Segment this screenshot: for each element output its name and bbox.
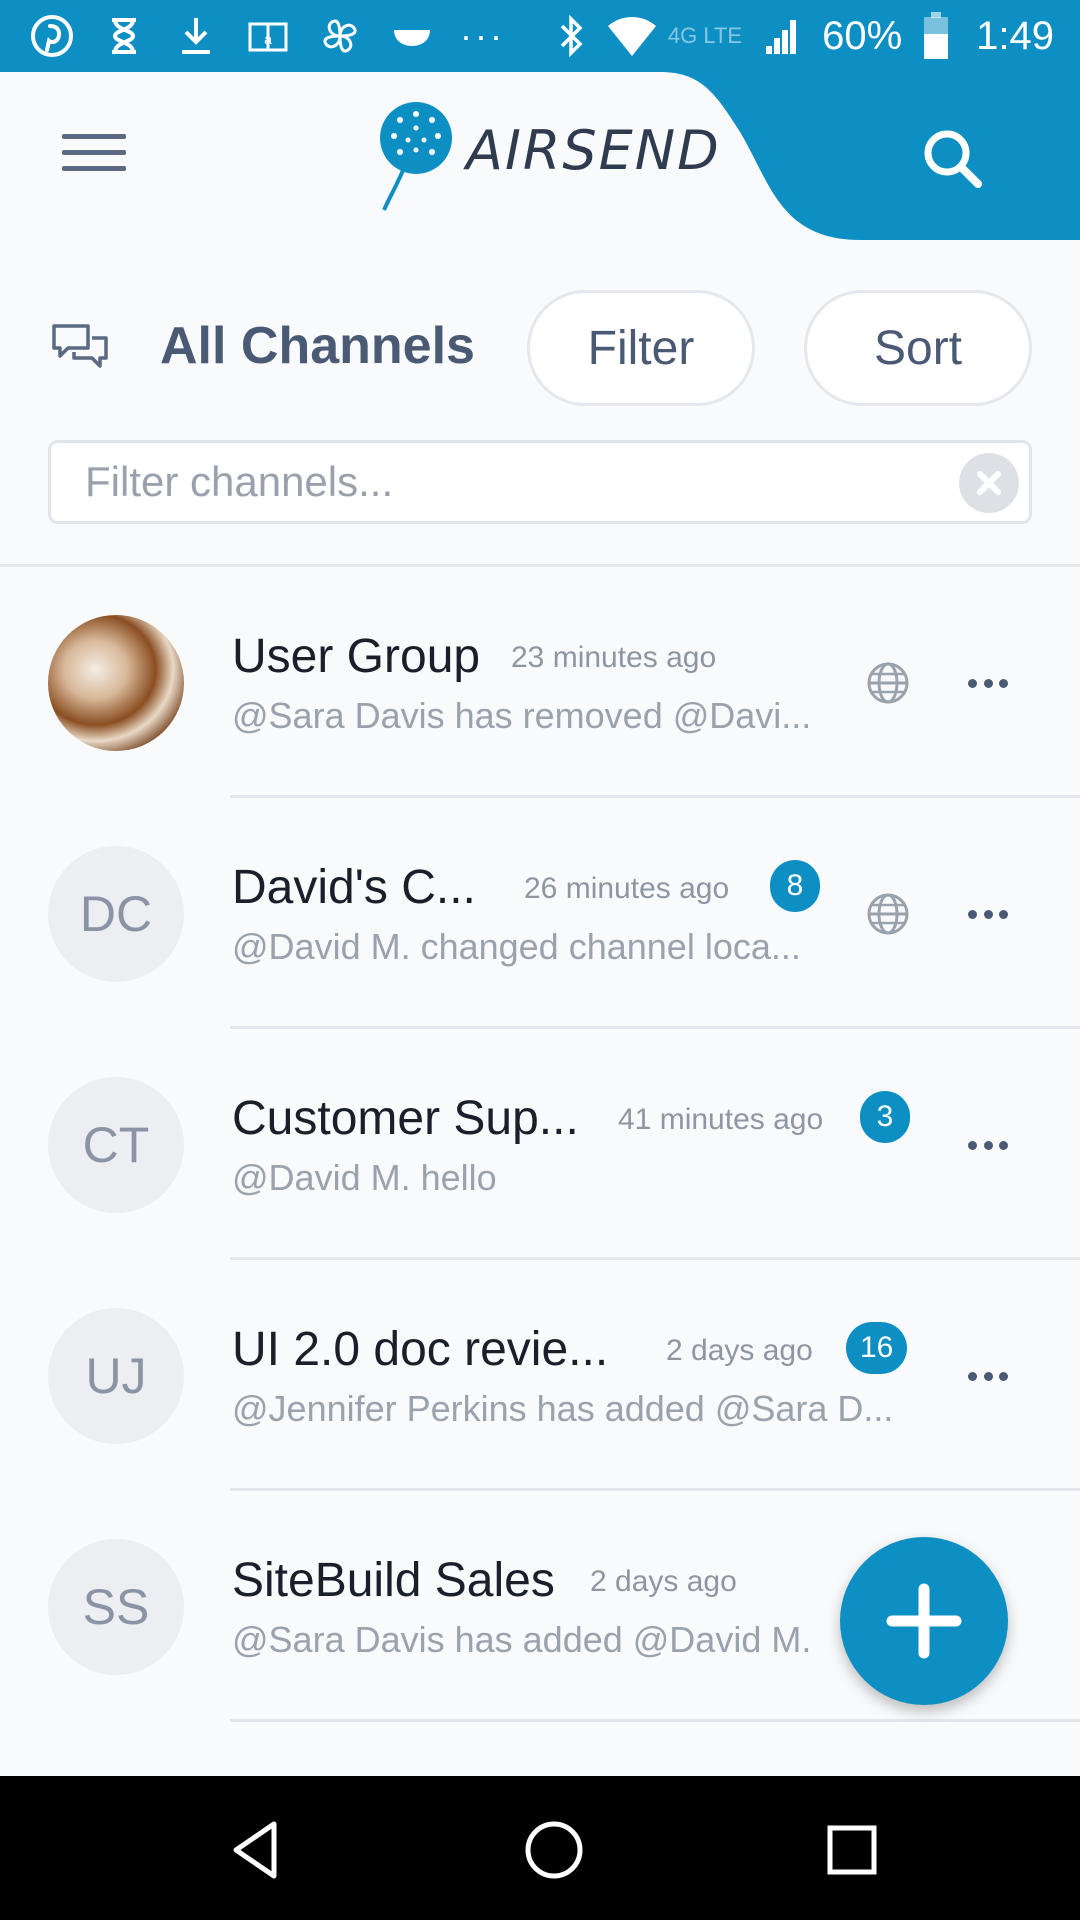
channel-name: UI 2.0 doc revie...: [232, 1323, 609, 1376]
channels-toolbar: All Channels Filter Sort: [0, 280, 1080, 420]
channel-time: 41 minutes ago: [618, 1103, 824, 1136]
status-right: 4G LTE 60% 1:49: [536, 0, 1054, 72]
channel-time: 2 days ago: [590, 1565, 737, 1598]
channel-name: David's C...: [232, 861, 476, 914]
avatar: DC: [48, 846, 184, 982]
avatar: [48, 615, 184, 751]
battery-percent: 60%: [822, 13, 903, 58]
filter-channels-field: [48, 440, 1032, 524]
dandelion-logo-icon: [380, 102, 452, 211]
clear-filter-icon[interactable]: [959, 453, 1019, 513]
channels-chat-icon: [52, 324, 108, 368]
channel-row[interactable]: CT Customer Sup... 41 minutes ago 3 @Dav…: [0, 1029, 1080, 1260]
channel-last-message: @Jennifer Perkins has added @Sara D...: [232, 1388, 894, 1429]
avatar: SS: [48, 1539, 184, 1675]
home-icon[interactable]: [522, 1818, 586, 1882]
cloud-icon: [388, 12, 436, 60]
add-channel-button[interactable]: [840, 1537, 1008, 1705]
channel-name: Customer Sup...: [232, 1092, 579, 1145]
app-logo: AIRSEND: [370, 100, 721, 212]
channel-row[interactable]: UJ UI 2.0 doc revie... 2 days ago 16 @Je…: [0, 1260, 1080, 1491]
channel-time: 2 days ago: [666, 1334, 813, 1367]
more-options-icon[interactable]: [964, 890, 1012, 938]
channel-last-message: @David M. changed channel loca...: [232, 926, 801, 967]
avatar: UJ: [48, 1308, 184, 1444]
header-accent-shape: [660, 72, 1080, 240]
channel-last-message: @Sara Davis has added @David M.: [232, 1619, 812, 1660]
signal-icon: [762, 16, 802, 56]
battery-icon: [922, 12, 950, 60]
status-bar: a ··· 4G LTE 60% 1:49: [0, 0, 1080, 72]
unread-badge: 16: [846, 1322, 908, 1374]
clock: 1:49: [976, 13, 1054, 58]
notification-icons: a ···: [28, 0, 515, 72]
channel-row[interactable]: DC David's C... 26 minutes ago 8 @David …: [0, 798, 1080, 1029]
plus-icon: [886, 1583, 962, 1659]
page-title: All Channels: [160, 317, 475, 375]
pinwheel-icon: [316, 12, 364, 60]
app-header: AIRSEND: [0, 72, 1080, 240]
row-divider: [230, 1719, 1080, 1722]
hamburger-menu-icon[interactable]: [62, 134, 126, 178]
wifi-icon: [606, 16, 658, 56]
channel-time: 26 minutes ago: [524, 872, 730, 905]
recents-icon[interactable]: [820, 1818, 884, 1882]
hourglass-icon: [100, 12, 148, 60]
filter-button[interactable]: Filter: [527, 290, 755, 406]
pinterest-icon: [28, 12, 76, 60]
globe-icon: [867, 893, 909, 935]
channel-name: User Group: [232, 630, 481, 683]
system-nav-bar: [0, 1776, 1080, 1920]
amazon-kindle-icon: a: [244, 12, 292, 60]
app-name: AIRSEND: [466, 118, 721, 182]
svg-text:a: a: [264, 31, 272, 47]
channel-time: 23 minutes ago: [511, 641, 717, 674]
unread-badge: 8: [770, 860, 820, 912]
channel-last-message: @Sara Davis has removed @Davi...: [232, 695, 812, 736]
more-options-icon[interactable]: [964, 1352, 1012, 1400]
unread-badge: 3: [860, 1091, 910, 1143]
filter-channels-input[interactable]: [51, 443, 931, 521]
channel-row[interactable]: User Group 23 minutes ago @Sara Davis ha…: [0, 567, 1080, 798]
download-icon: [172, 12, 220, 60]
more-options-icon[interactable]: [964, 1121, 1012, 1169]
channel-name: SiteBuild Sales: [232, 1554, 555, 1607]
avatar: CT: [48, 1077, 184, 1213]
bluetooth-icon: [556, 14, 586, 58]
network-label: 4G LTE: [667, 23, 743, 48]
back-icon[interactable]: [224, 1818, 288, 1882]
search-icon[interactable]: [920, 126, 984, 190]
globe-icon: [867, 662, 909, 704]
more-options-icon[interactable]: [964, 659, 1012, 707]
channel-last-message: @David M. hello: [232, 1157, 497, 1198]
more-notifications: ···: [460, 15, 505, 56]
sort-button[interactable]: Sort: [804, 290, 1032, 406]
